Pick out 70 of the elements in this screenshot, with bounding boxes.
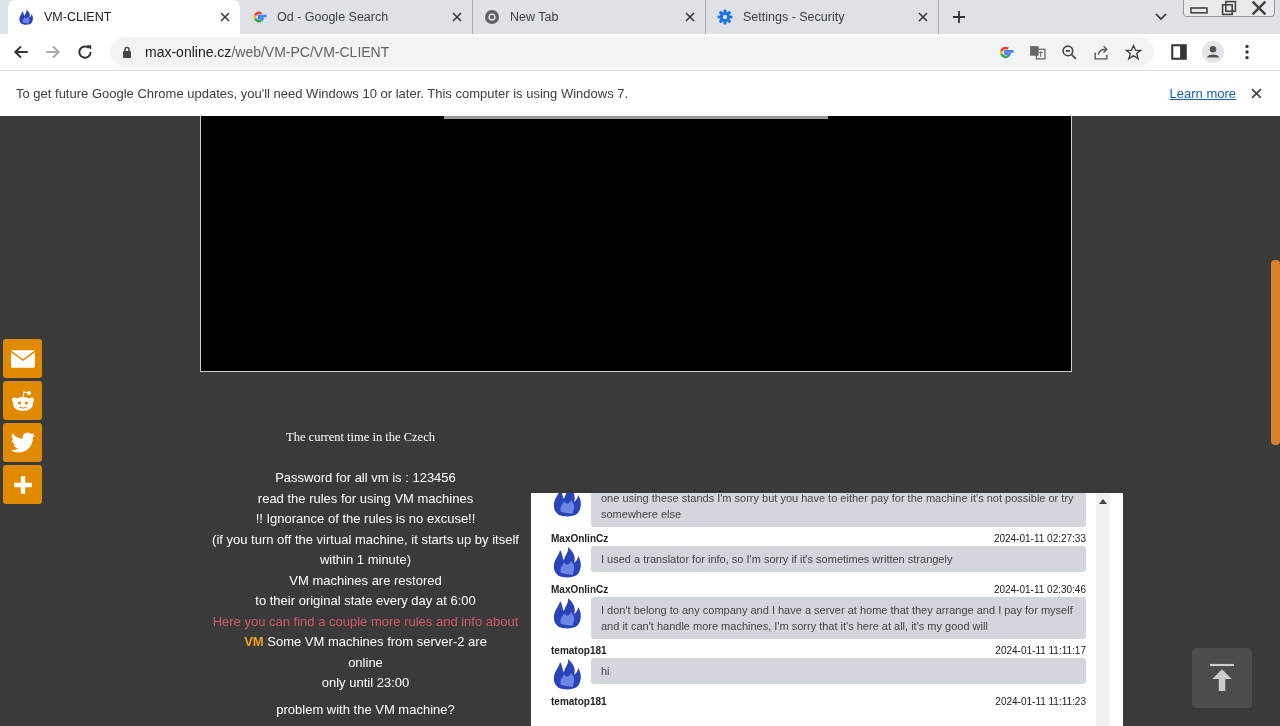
chat-username: tematop181 xyxy=(551,696,607,707)
info-text: to their original state every day at 6:00 xyxy=(254,592,477,610)
flame-icon xyxy=(551,546,583,578)
translate-icon[interactable] xyxy=(1029,43,1046,61)
flame-icon xyxy=(551,658,583,690)
arrow-up-icon xyxy=(1209,663,1235,693)
info-text: only until 23:00 xyxy=(320,674,411,692)
chat-username: tematop181 xyxy=(551,645,607,656)
email-share-button[interactable] xyxy=(3,339,42,378)
close-icon[interactable] xyxy=(685,12,695,22)
info-text: Some VM machines from server-2 are xyxy=(267,634,487,649)
info-text: online xyxy=(347,653,384,672)
chat-message: I don't belong to any company and I have a server at home that they arrange and I pay for myself and it can't handle more machines, I'm sorry that it's here at all, it's my good will xyxy=(591,597,1086,639)
gear-icon xyxy=(717,9,733,25)
envelope-icon xyxy=(9,347,36,370)
reddit-share-button[interactable] xyxy=(3,381,42,420)
chat-timestamp: 2024-01-11 02:27:33 xyxy=(993,533,1086,544)
tab-title: New Tab xyxy=(510,10,560,24)
info-text: !! Ignorance of the rules is no excuse!! xyxy=(254,510,477,528)
chat-message: one using these stands I'm sorry but you have to either pay for the machine it's not possible or try somewhere else xyxy=(591,493,1086,527)
chat-username: MaxOnlinCz xyxy=(551,533,609,544)
more-share-button[interactable] xyxy=(3,465,42,504)
scroll-to-top-button[interactable] xyxy=(1192,648,1252,708)
bird-icon xyxy=(9,431,36,454)
browser-tab[interactable]: VM-CLIENT xyxy=(8,0,240,34)
tab-title: Od - Google Search xyxy=(277,10,390,24)
chat-message: I used a translator for info, so I'm sorry if it's sometimes written strangely xyxy=(591,546,1086,572)
flame-icon xyxy=(18,9,34,25)
chat-timestamp: 2024-01-11 02:30:46 xyxy=(993,584,1086,595)
chat-scrollbar[interactable] xyxy=(1096,493,1110,726)
learn-more-link[interactable]: Learn more xyxy=(1169,86,1236,101)
info-text: Password for all vm is : 123456 xyxy=(274,469,457,487)
reload-icon[interactable] xyxy=(76,43,94,61)
window-controls[interactable] xyxy=(1183,0,1275,17)
flame-icon xyxy=(551,493,583,517)
update-message: To get future Google Chrome updates, you'll need Windows 10 or later. This computer is using Windows 7. xyxy=(16,86,630,101)
close-icon[interactable] xyxy=(918,12,928,22)
address-bar[interactable]: max-online.cz/web/VM-PC/VM-CLIENT xyxy=(110,37,1154,67)
scrollbar-thumb[interactable] xyxy=(1271,260,1280,445)
side-panel-icon[interactable] xyxy=(1170,43,1188,61)
close-icon[interactable] xyxy=(452,12,462,22)
back-arrow-icon[interactable] xyxy=(12,43,30,61)
star-icon[interactable] xyxy=(1125,43,1142,61)
info-text: (if you turn off the virtual machine, it starts up by itself within 1 minute) xyxy=(211,530,520,569)
browser-logo-icon xyxy=(484,9,500,25)
clock-text: The current time in the Czech xyxy=(285,430,436,446)
chevron-down-icon[interactable] xyxy=(1155,13,1167,21)
flame-icon xyxy=(551,597,583,629)
lock-icon xyxy=(122,46,132,58)
twitter-share-button[interactable] xyxy=(3,423,42,462)
alien-head-icon xyxy=(9,389,36,412)
info-text: read the rules for using VM machines xyxy=(256,489,475,508)
chat-timestamp: 2024-01-11 11:11:23 xyxy=(995,696,1086,707)
vm-label: VM xyxy=(244,634,264,649)
close-icon[interactable] xyxy=(1251,88,1262,99)
share-icon[interactable] xyxy=(1093,43,1110,61)
close-icon[interactable] xyxy=(220,12,230,22)
google-icon xyxy=(251,9,267,25)
scroll-up-icon[interactable] xyxy=(1099,499,1107,504)
profile-icon[interactable] xyxy=(1202,41,1224,63)
info-text: problem with the VM machine? xyxy=(275,700,456,719)
url-text: max-online.cz/web/VM-PC/VM-CLIENT xyxy=(145,44,391,60)
tab-title: Settings - Security xyxy=(743,10,846,24)
new-tab-icon[interactable] xyxy=(952,10,966,24)
chat-message: hi xyxy=(591,658,1086,684)
tab-title: VM-CLIENT xyxy=(44,10,113,24)
info-text: VM machines are restored xyxy=(288,571,443,590)
chat-username: MaxOnlinCz xyxy=(551,584,609,595)
zoom-out-icon[interactable] xyxy=(1061,43,1078,61)
chat-timestamp: 2024-01-11 11:11:17 xyxy=(995,645,1086,656)
